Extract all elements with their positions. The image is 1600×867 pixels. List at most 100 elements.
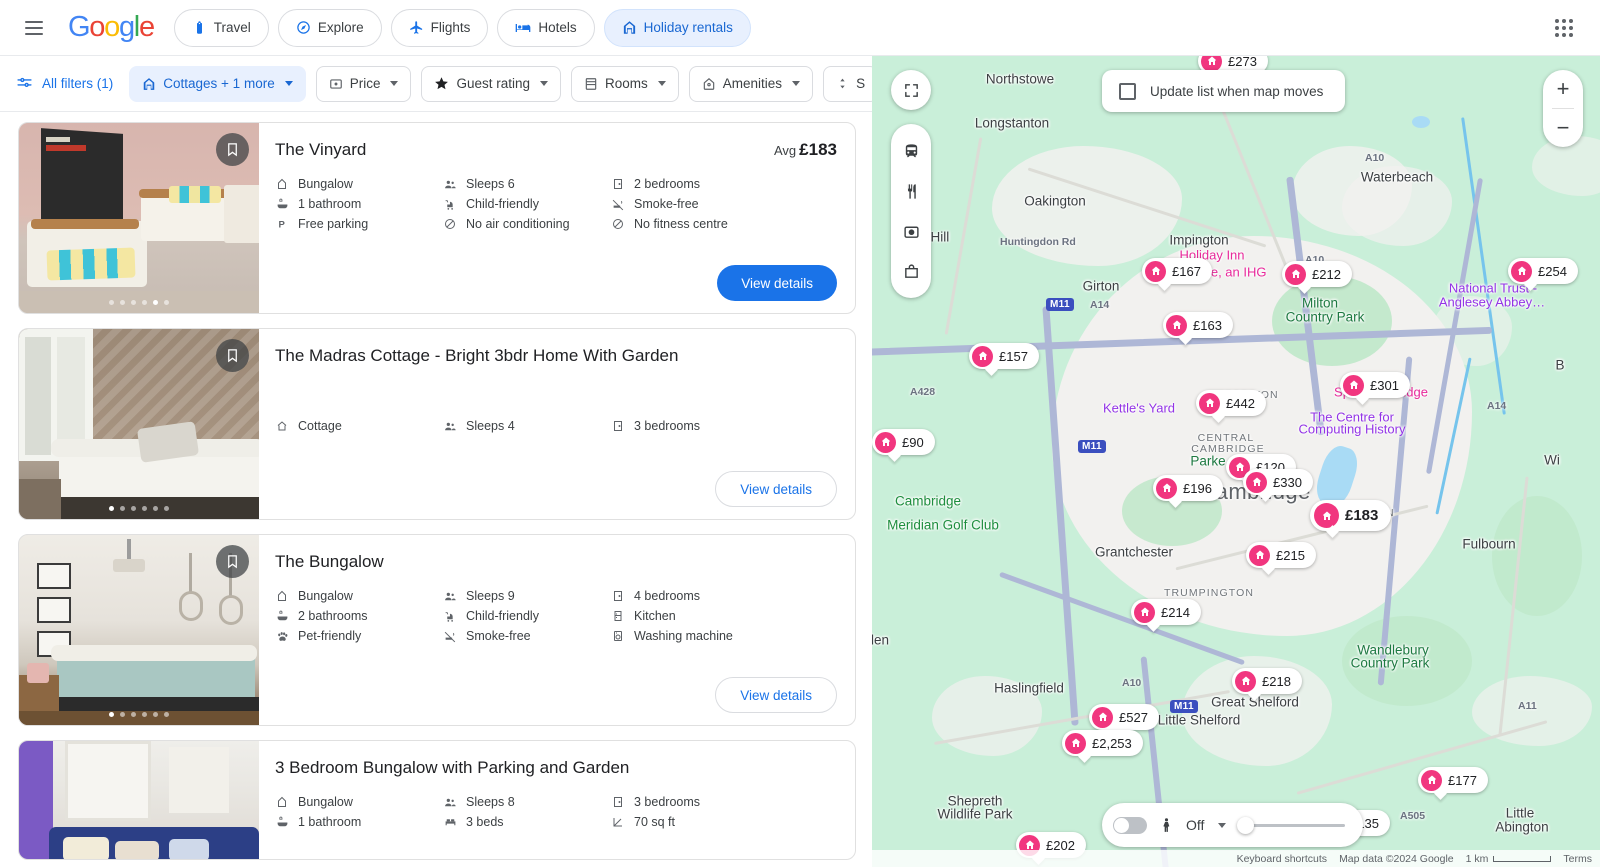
keyboard-shortcuts-link[interactable]: Keyboard shortcuts (1237, 853, 1327, 865)
google-apps-button[interactable] (1544, 8, 1584, 48)
listing-photo[interactable] (19, 329, 259, 519)
map-place-label: len (872, 632, 890, 648)
amenity-grid: Bungalow Sleeps 6 2 bedrooms 1 bathroom … (275, 177, 837, 231)
street-view-toggle[interactable] (1113, 816, 1147, 834)
amenity-label: Free parking (298, 217, 369, 231)
amenity-item: Smoke-free (611, 197, 837, 211)
house-icon (1314, 503, 1339, 528)
map-pin-price: £301 (1370, 377, 1399, 393)
map-price-pin[interactable]: £163 (1163, 312, 1233, 338)
map-attribution: Keyboard shortcuts Map data ©2024 Google… (872, 850, 1600, 867)
chevron-down-icon[interactable] (1218, 822, 1227, 828)
map-price-pin[interactable]: £301 (1340, 372, 1410, 398)
map-price-pin[interactable]: £212 (1282, 261, 1352, 287)
listing-info: 3 Bedroom Bungalow with Parking and Gard… (259, 741, 855, 859)
street-view-slider[interactable] (1237, 816, 1346, 834)
map-place-label: Little Shelford (1157, 712, 1241, 728)
map-place-label: B (1555, 357, 1565, 373)
amenity-label: No fitness centre (634, 217, 728, 231)
update-list-when-map-moves-toggle[interactable]: Update list when map moves (1102, 70, 1346, 112)
street-view-control: Off (1102, 803, 1364, 847)
map-price-pin[interactable]: £177 (1418, 767, 1488, 793)
zoom-out-button[interactable]: − (1543, 109, 1583, 147)
nav-chip-travel[interactable]: Travel (173, 8, 269, 47)
listing-info: The Bungalow Bungalow Sleeps 9 4 bedroom… (259, 535, 855, 725)
map-category-shopping[interactable] (891, 251, 931, 291)
map-urban-area (1052, 236, 1472, 636)
child-friendly-icon (443, 197, 457, 211)
map-canvas[interactable]: Northstowe Longstanton Waterbeach Oakington… (872, 56, 1600, 867)
nav-chip-explore-label: Explore (317, 20, 364, 35)
map-fullscreen-button[interactable] (891, 70, 931, 110)
nav-chip-holiday-rentals[interactable]: Holiday rentals (603, 8, 751, 47)
map-category-restaurants[interactable] (891, 171, 931, 211)
amenity-label: Bungalow (298, 589, 353, 603)
save-listing-button[interactable] (216, 133, 249, 166)
map-road-label: A10 (1122, 677, 1142, 689)
map-road-shield: M11 (1046, 298, 1074, 311)
nav-chip-hotels[interactable]: Hotels (497, 8, 595, 47)
map-place-label: Impington (1169, 232, 1229, 248)
listing-card[interactable]: The Bungalow Bungalow Sleeps 9 4 bedroom… (18, 534, 856, 726)
map-place-label: Anglesey Abbey… (1438, 294, 1546, 310)
no-icon (611, 217, 625, 231)
amenity-grid: Cottage Sleeps 4 3 bedrooms (275, 419, 837, 433)
map-road-label: A11 (1518, 700, 1537, 712)
house-icon (1199, 392, 1220, 414)
nav-chip-flights[interactable]: Flights (390, 8, 489, 47)
app-root: Google Travel Explore Flights Hotels Hol… (0, 0, 1600, 867)
map-price-pin[interactable]: £2,253 (1062, 730, 1143, 756)
listing-photo[interactable] (19, 535, 259, 725)
map-price-pin[interactable]: £527 (1089, 704, 1159, 730)
map-category-attractions[interactable] (891, 211, 931, 251)
map-price-pin[interactable]: £167 (1142, 258, 1212, 284)
listing-card[interactable]: 3 Bedroom Bungalow with Parking and Gard… (18, 740, 856, 860)
map-price-pin[interactable]: £214 (1131, 599, 1201, 625)
filter-chip-price[interactable]: Price (315, 65, 412, 102)
filter-chip-rooms[interactable]: Rooms (571, 65, 679, 102)
map-pin-price: £196 (1183, 480, 1212, 496)
all-filters-button[interactable]: All filters (1) (16, 75, 119, 92)
map-place-label: Country Park (1350, 655, 1430, 671)
amenity-label: Pet-friendly (298, 629, 362, 643)
listing-photo[interactable] (19, 741, 259, 859)
map-price-pin[interactable]: £157 (969, 343, 1039, 369)
map-pin-price: £177 (1448, 772, 1477, 788)
map-place-label: TRUMPINGTON (1163, 587, 1255, 599)
map-category-transit[interactable] (891, 131, 931, 171)
listing-card[interactable]: The Vinyard Avg £183 Bungalow Sleeps 6 2 … (18, 122, 856, 314)
filter-chip-guest-rating[interactable]: Guest rating (421, 65, 562, 102)
listing-info: The Vinyard Avg £183 Bungalow Sleeps 6 2 … (259, 123, 855, 313)
map-price-pin[interactable]: £183 (1310, 500, 1392, 531)
map-road-shield: M11 (1170, 700, 1198, 713)
map-price-pin[interactable]: £442 (1196, 390, 1266, 416)
listing-card[interactable]: The Madras Cottage - Bright 3bdr Home Wi… (18, 328, 856, 520)
filter-chip-cottages[interactable]: Cottages + 1 more (129, 65, 306, 102)
checkbox-icon[interactable] (1119, 82, 1136, 100)
main-menu-button[interactable] (14, 8, 54, 48)
view-details-button[interactable]: View details (715, 471, 837, 507)
chevron-down-icon (284, 81, 293, 86)
house-icon (972, 345, 993, 367)
map-panel[interactable]: Northstowe Longstanton Waterbeach Oakington… (872, 56, 1600, 867)
nav-chip-explore[interactable]: Explore (277, 8, 382, 47)
map-pin-price: £273 (1228, 56, 1257, 69)
map-price-pin[interactable]: £196 (1153, 475, 1223, 501)
save-listing-button[interactable] (216, 545, 249, 578)
map-price-pin[interactable]: £254 (1508, 258, 1578, 284)
map-price-pin[interactable]: £218 (1232, 668, 1302, 694)
filter-chip-sort[interactable]: S (823, 65, 872, 102)
map-price-pin[interactable]: £215 (1246, 542, 1316, 568)
map-place-label: Country Park (1285, 309, 1365, 325)
amenity-label: Bungalow (298, 177, 353, 191)
amenity-label: 1 bathroom (298, 815, 362, 829)
terms-link[interactable]: Terms (1563, 853, 1592, 865)
listing-photo[interactable] (19, 123, 259, 313)
view-details-button[interactable]: View details (717, 265, 837, 301)
save-listing-button[interactable] (216, 339, 249, 372)
zoom-in-button[interactable]: + (1543, 70, 1583, 108)
map-price-pin[interactable]: £90 (872, 429, 935, 455)
view-details-button[interactable]: View details (715, 677, 837, 713)
filter-chip-amenities[interactable]: Amenities (688, 65, 814, 102)
map-price-pin[interactable]: £330 (1243, 469, 1313, 495)
